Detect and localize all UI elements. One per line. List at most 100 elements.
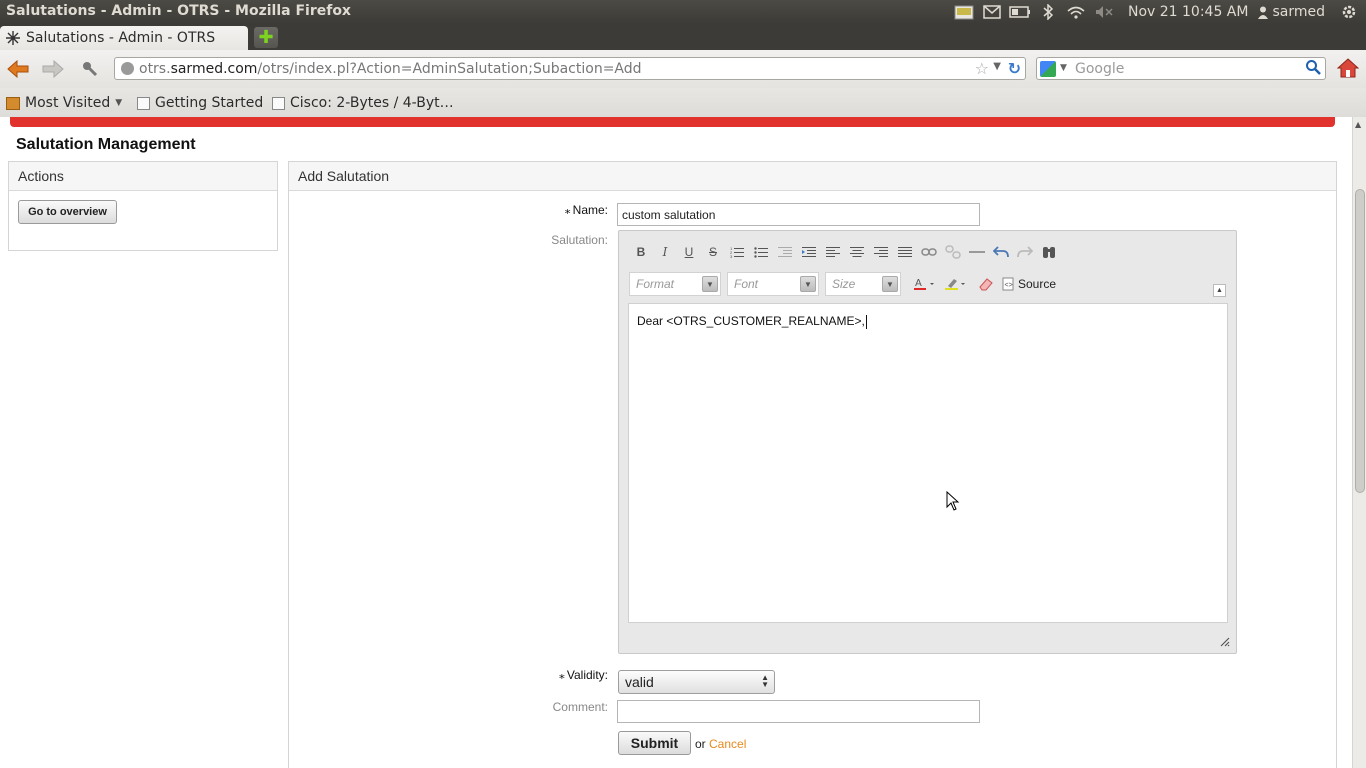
scroll-up-icon[interactable]: ▲ <box>1355 120 1361 129</box>
mail-icon[interactable] <box>981 0 1003 24</box>
user-name: sarmed <box>1272 4 1325 20</box>
italic-icon[interactable]: I <box>653 241 677 263</box>
link-icon[interactable] <box>917 241 941 263</box>
highlight-icon <box>945 279 965 290</box>
align-right-icon[interactable] <box>869 241 893 263</box>
user-icon <box>1258 6 1269 19</box>
tools-button[interactable] <box>77 56 103 82</box>
svg-text:A: A <box>915 278 922 289</box>
align-left-icon[interactable] <box>821 241 845 263</box>
size-combo[interactable]: Size ▼ <box>825 272 901 296</box>
gear-icon[interactable] <box>1338 0 1360 24</box>
clock[interactable]: Nov 21 10:45 AM <box>1128 4 1249 20</box>
strikethrough-icon[interactable]: S <box>701 241 725 263</box>
text-color-button[interactable]: A <box>914 272 938 296</box>
wrench-icon <box>83 62 98 77</box>
back-arrow-icon <box>7 60 29 78</box>
underline-icon[interactable]: U <box>677 241 701 263</box>
url-bar[interactable]: otrs. sarmed.com/otrs/index.pl?Action=Adm… <box>114 57 1026 80</box>
outdent-icon[interactable] <box>773 241 797 263</box>
vertical-scrollbar[interactable]: ▲ <box>1352 117 1366 768</box>
tab-salutations[interactable]: Salutations - Admin - OTRS <box>0 26 248 50</box>
editor-toolbar-row-1: B I U S 123 <box>629 241 1061 263</box>
submit-button[interactable]: Submit <box>618 731 691 755</box>
scrollbar-thumb[interactable] <box>1355 189 1365 493</box>
align-center-icon[interactable] <box>845 241 869 263</box>
font-combo[interactable]: Font ▼ <box>727 272 819 296</box>
format-combo[interactable]: Format ▼ <box>629 272 721 296</box>
actions-sidebar: Actions Go to overview <box>8 161 278 251</box>
bookmark-most-visited[interactable]: Most Visited ▼ <box>6 95 122 111</box>
new-tab-button[interactable]: ✚ <box>254 27 278 48</box>
actions-heading: Actions <box>9 162 277 191</box>
find-icon[interactable] <box>1037 241 1061 263</box>
resize-handle-icon[interactable] <box>1218 635 1230 647</box>
bookmark-getting-started[interactable]: Getting Started <box>137 95 263 111</box>
justify-icon[interactable] <box>893 241 917 263</box>
plus-icon: ✚ <box>258 26 274 48</box>
or-text: or <box>695 737 706 751</box>
indent-icon[interactable] <box>797 241 821 263</box>
wifi-icon[interactable] <box>1065 0 1087 24</box>
source-icon: <> <box>1002 277 1014 291</box>
bookmark-label: Getting Started <box>155 95 264 111</box>
most-visited-icon <box>6 96 20 110</box>
bookmarks-toolbar: Most Visited ▼ Getting Started Cisco: 2-… <box>0 88 1366 117</box>
system-top-panel: Salutations - Admin - OTRS - Mozilla Fir… <box>0 0 1366 24</box>
bold-icon[interactable]: B <box>629 241 653 263</box>
page-icon <box>272 96 285 110</box>
bookmark-star-icon[interactable]: ☆ <box>975 59 989 78</box>
reload-icon[interactable]: ↻ <box>1008 59 1021 78</box>
battery-icon[interactable] <box>1009 0 1031 24</box>
google-engine-icon[interactable] <box>1040 61 1056 77</box>
bullet-list-icon[interactable] <box>749 241 773 263</box>
page-title: Salutation Management <box>16 136 196 153</box>
user-menu[interactable]: sarmed <box>1258 4 1325 20</box>
weather-icon[interactable] <box>953 0 975 24</box>
background-color-button[interactable] <box>945 272 969 296</box>
home-button[interactable] <box>1336 55 1360 81</box>
salutation-label: Salutation: <box>551 233 608 247</box>
name-input[interactable]: custom salutation <box>617 203 980 226</box>
site-identity-icon[interactable] <box>121 62 134 75</box>
unlink-icon[interactable] <box>941 241 965 263</box>
comment-input[interactable] <box>617 700 980 723</box>
url-path: /otrs/index.pl?Action=AdminSalutation;Su… <box>257 60 642 77</box>
system-tray: Nov 21 10:45 AM sarmed <box>950 0 1366 24</box>
chevron-down-icon: ▼ <box>800 276 816 292</box>
bluetooth-icon[interactable] <box>1037 0 1059 24</box>
undo-icon[interactable] <box>989 241 1013 263</box>
forward-button[interactable] <box>40 56 66 82</box>
search-icon[interactable] <box>1305 59 1321 79</box>
horizontal-rule-icon[interactable] <box>965 241 989 263</box>
web-page: Salutation Management Actions Go to over… <box>0 117 1352 768</box>
url-history-dropdown-icon[interactable]: ▼ <box>993 61 1001 72</box>
editor-text[interactable]: Dear <OTRS_CUSTOMER_REALNAME>, <box>637 314 867 329</box>
editor-content-area[interactable]: Dear <OTRS_CUSTOMER_REALNAME>, <box>628 303 1228 623</box>
redo-icon[interactable] <box>1013 241 1037 263</box>
comment-label: Comment: <box>552 700 608 714</box>
engine-dropdown-icon[interactable]: ▼ <box>1060 63 1067 73</box>
svg-text:<>: <> <box>1005 282 1013 289</box>
forward-arrow-icon <box>42 60 64 78</box>
required-star: ⁎ <box>564 203 571 217</box>
eraser-icon <box>979 278 993 291</box>
source-button[interactable]: <> Source <box>1002 272 1056 296</box>
go-to-overview-button[interactable]: Go to overview <box>18 200 117 224</box>
bookmark-cisco[interactable]: Cisco: 2-Bytes / 4-Byt… <box>272 95 454 111</box>
chevron-down-icon: ▼ <box>702 276 718 292</box>
url-prefix: otrs. <box>139 60 171 77</box>
search-bar[interactable]: ▼ Google <box>1036 57 1326 80</box>
validity-select[interactable]: valid ▲ ▼ <box>618 670 775 694</box>
tab-label: Salutations - Admin - OTRS <box>26 30 216 46</box>
alert-bar <box>10 117 1335 127</box>
back-button[interactable] <box>5 56 31 82</box>
remove-format-button[interactable] <box>978 272 994 296</box>
home-icon <box>1337 58 1359 78</box>
rich-text-editor: B I U S 123 Format ▼ Font ▼ Size ▼ A <> … <box>618 230 1237 654</box>
chevron-down-icon: ▼ <box>115 98 123 108</box>
numbered-list-icon[interactable]: 123 <box>725 241 749 263</box>
volume-muted-icon[interactable] <box>1093 0 1115 24</box>
cancel-link[interactable]: Cancel <box>709 737 746 751</box>
collapse-toolbar-icon[interactable]: ▲ <box>1213 284 1226 297</box>
